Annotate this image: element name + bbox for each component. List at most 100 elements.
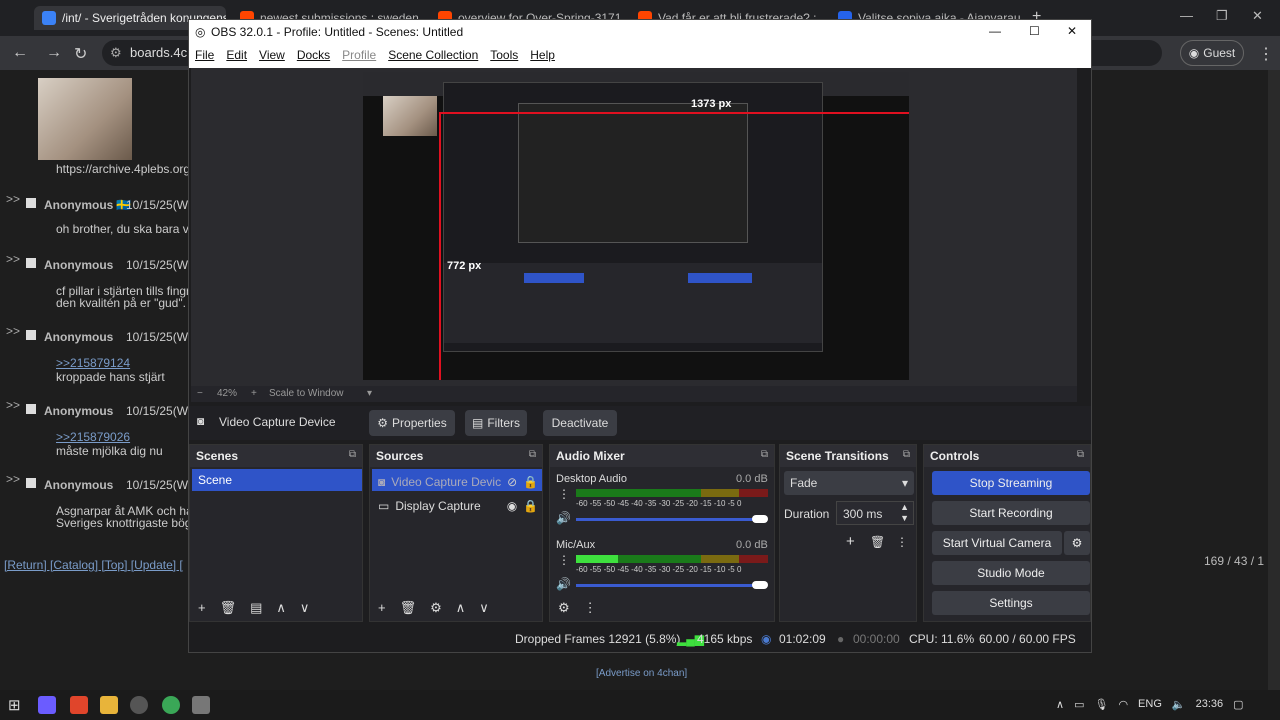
visibility-hidden-icon[interactable]: ⊘	[507, 475, 517, 489]
windows-start-icon[interactable]: ⊞	[8, 696, 26, 714]
start-virtual-camera-button[interactable]: Start Virtual Camera	[932, 531, 1062, 555]
studio-mode-button[interactable]: Studio Mode	[932, 561, 1090, 585]
volume-slider[interactable]	[576, 518, 754, 521]
minimize-icon[interactable]: —	[989, 24, 1001, 38]
clock[interactable]: 23:36	[1196, 698, 1224, 711]
notification-icon[interactable]: ▢	[1233, 698, 1243, 711]
source-item-display-capture[interactable]: ▭ Display Capture ◉ 🔒	[372, 493, 542, 515]
dock-float-icon[interactable]: ⧉	[529, 449, 536, 460]
advanced-audio-icon[interactable]: ⚙	[558, 600, 570, 621]
post-image[interactable]	[38, 78, 132, 160]
stop-streaming-button[interactable]: Stop Streaming	[932, 471, 1090, 495]
eye-icon[interactable]: ◉	[507, 499, 517, 513]
start-recording-button[interactable]: Start Recording	[932, 501, 1090, 525]
mixer-menu-icon[interactable]: ⋮	[584, 600, 597, 621]
add-icon[interactable]: +	[846, 533, 855, 550]
page-scrollbar[interactable]	[1268, 70, 1280, 690]
minimize-icon[interactable]: —	[1180, 8, 1193, 23]
speaker-icon[interactable]: 🔊	[556, 577, 571, 591]
post-checkbox[interactable]	[26, 198, 36, 208]
dock-float-icon[interactable]: ⧉	[903, 449, 910, 460]
close-icon[interactable]: ✕	[1067, 24, 1077, 38]
channel-menu-icon[interactable]: ⋮	[558, 487, 570, 501]
chrome-icon[interactable]	[162, 696, 180, 714]
archive-link[interactable]: https://archive.4plebs.org/t	[56, 162, 197, 176]
down-icon[interactable]: ∨	[479, 600, 489, 621]
filters-button[interactable]: ▤ Filters	[465, 410, 527, 436]
speaker-icon[interactable]: 🔊	[556, 511, 571, 525]
trash-icon[interactable]: 🗑	[870, 535, 885, 549]
maximize-icon[interactable]: ☐	[1029, 24, 1040, 38]
close-icon[interactable]: ✕	[1252, 8, 1263, 24]
gear-icon[interactable]: ⚙	[430, 600, 442, 621]
post-checkbox[interactable]	[26, 330, 36, 340]
add-icon[interactable]: +	[198, 600, 206, 621]
menu-scene-collection[interactable]: Scene Collection	[388, 48, 478, 68]
post-checkbox[interactable]	[26, 258, 36, 268]
preview-canvas[interactable]: 1373 px 772 px	[191, 68, 1077, 386]
menu-icon[interactable]: ⋮	[1258, 44, 1274, 64]
scale-mode[interactable]: Scale to Window	[269, 388, 343, 399]
battery-icon[interactable]: ▭	[1074, 698, 1084, 711]
transition-select[interactable]: Fade ▾	[784, 471, 914, 495]
dock-float-icon[interactable]: ⧉	[761, 449, 768, 460]
menu-docks[interactable]: Docks	[297, 48, 330, 68]
chevron-up-icon[interactable]: ▲	[900, 502, 909, 512]
transition-menu-icon[interactable]: ⋮	[896, 535, 908, 549]
filter-icon[interactable]: ▤	[250, 600, 262, 621]
trash-icon[interactable]: 🗑	[220, 600, 237, 621]
volume-slider[interactable]	[576, 584, 754, 587]
post-checkbox[interactable]	[26, 404, 36, 414]
language-indicator[interactable]: ENG	[1138, 698, 1162, 711]
volume-icon[interactable]: 🔈	[1172, 698, 1186, 711]
mic-icon[interactable]: 🎙	[1094, 698, 1108, 711]
virtual-camera-settings-icon[interactable]: ⚙	[1064, 531, 1090, 555]
menu-help[interactable]: Help	[530, 48, 555, 68]
obs-icon[interactable]	[130, 696, 148, 714]
lock-icon[interactable]: 🔒	[523, 499, 538, 513]
quote-link[interactable]: >>215879026	[56, 430, 130, 444]
site-info-icon[interactable]: ⚙	[110, 45, 122, 61]
brave-icon[interactable]	[70, 696, 88, 714]
volume-knob[interactable]	[752, 581, 768, 589]
post-checkbox[interactable]	[26, 478, 36, 488]
advertise-link[interactable]: [Advertise on 4chan]	[596, 668, 687, 679]
zoom-in-icon[interactable]: +	[251, 388, 257, 399]
scene-item[interactable]: Scene	[192, 469, 362, 491]
maximize-icon[interactable]: ❐	[1216, 8, 1228, 24]
add-icon[interactable]: +	[378, 600, 386, 621]
menu-tools[interactable]: Tools	[490, 48, 518, 68]
lock-icon[interactable]: 🔒	[523, 475, 538, 489]
forward-icon[interactable]: →	[46, 44, 62, 62]
guest-profile-button[interactable]: ◉ Guest	[1180, 40, 1244, 66]
menu-profile[interactable]: Profile	[342, 48, 376, 68]
deactivate-button[interactable]: Deactivate	[543, 410, 617, 436]
trash-icon[interactable]: 🗑	[400, 600, 417, 621]
up-icon[interactable]: ∧	[276, 600, 286, 621]
reload-icon[interactable]: ↻	[74, 44, 87, 64]
down-icon[interactable]: ∨	[300, 600, 310, 621]
menu-edit[interactable]: Edit	[226, 48, 247, 68]
dock-float-icon[interactable]: ⧉	[1077, 449, 1084, 460]
app-icon[interactable]	[38, 696, 56, 714]
quote-link[interactable]: >>215879124	[56, 356, 130, 370]
source-item-video-capture[interactable]: ◙ Video Capture Devic ⊘ 🔒	[372, 469, 542, 491]
zoom-out-icon[interactable]: −	[197, 388, 203, 399]
chevron-down-icon[interactable]: ▼	[900, 513, 909, 523]
chevron-up-icon[interactable]: ∧	[1056, 698, 1064, 711]
channel-menu-icon[interactable]: ⋮	[558, 553, 570, 567]
settings-button[interactable]: Settings	[932, 591, 1090, 615]
dock-float-icon[interactable]: ⧉	[349, 449, 356, 460]
wifi-icon[interactable]: ◠	[1118, 698, 1128, 711]
volume-knob[interactable]	[752, 515, 768, 523]
back-icon[interactable]: ←	[12, 44, 28, 62]
duration-stepper[interactable]: 300 ms ▲ ▼	[836, 501, 914, 525]
properties-button[interactable]: ⚙ Properties	[369, 410, 455, 436]
bottom-nav[interactable]: [Return] [Catalog] [Top] [Update] [	[4, 558, 183, 572]
app-icon[interactable]	[192, 696, 210, 714]
scale-dropdown-icon[interactable]: ▾	[367, 388, 372, 399]
menu-file[interactable]: File	[195, 48, 214, 68]
up-icon[interactable]: ∧	[456, 600, 466, 621]
menu-view[interactable]: View	[259, 48, 285, 68]
folder-icon[interactable]	[100, 696, 118, 714]
